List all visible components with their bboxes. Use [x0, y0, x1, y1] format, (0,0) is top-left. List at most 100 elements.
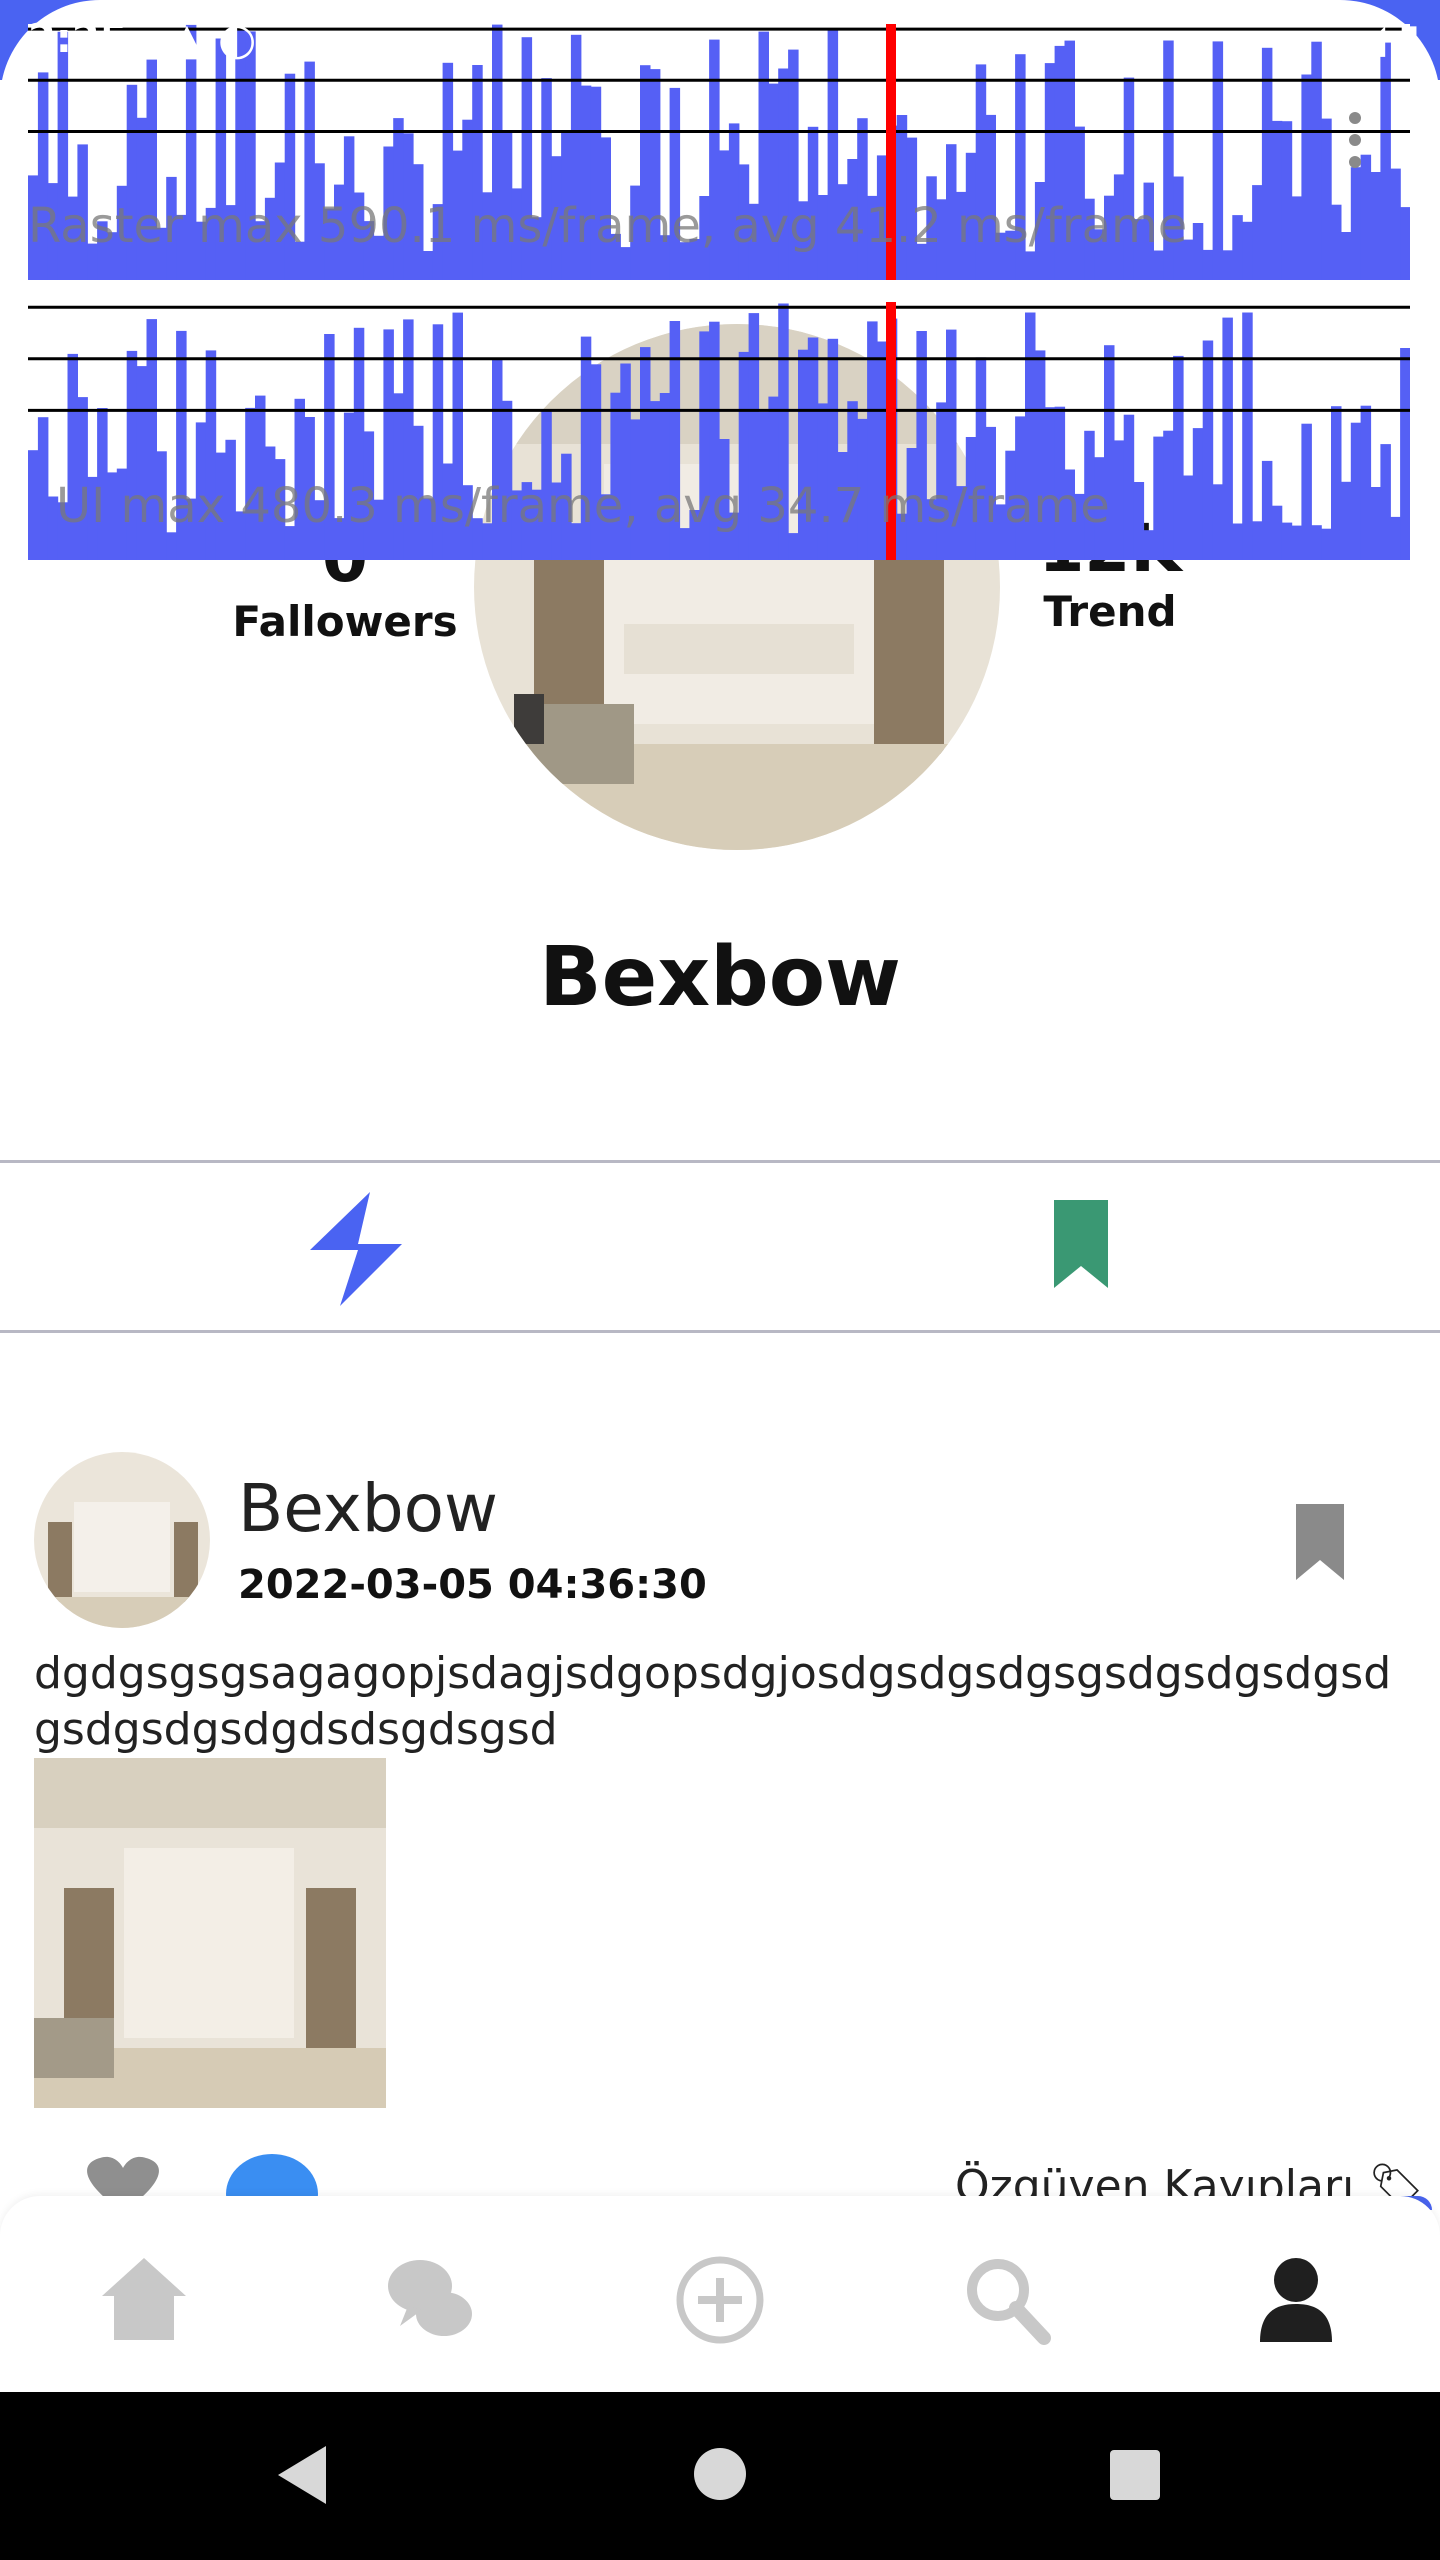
- perf-frame-bar: [1232, 215, 1243, 280]
- home-icon: [102, 2258, 186, 2340]
- chat-icon: [388, 2260, 472, 2336]
- perf-frame-bar: [788, 533, 799, 560]
- perf-frame-bar: [28, 450, 39, 560]
- profile-name: Bexbow: [539, 930, 901, 1025]
- perf-frame-bar: [1242, 221, 1253, 280]
- perf-frame-bar: [1370, 487, 1381, 560]
- status-system-icons: ◢ ▮: [1354, 16, 1421, 62]
- perf-frame-bar: [1133, 482, 1145, 560]
- nav-search[interactable]: [958, 2250, 1058, 2350]
- nav-home[interactable]: [94, 2250, 194, 2350]
- perf-frame-bar: [1311, 41, 1322, 280]
- status-time: 2:25: [28, 16, 128, 62]
- system-back-button[interactable]: [270, 2440, 340, 2510]
- perf-frame-bar: [422, 251, 434, 280]
- profile-icon: [1260, 2258, 1332, 2342]
- perf-frame-bar: [1281, 121, 1293, 280]
- perf-frame-bar: [1261, 460, 1273, 560]
- perf-frame-bar: [659, 393, 671, 560]
- perf-frame-bar: [1321, 528, 1332, 560]
- status-notification-icons: ▲ ◐: [170, 14, 257, 65]
- post-author-avatar[interactable]: [34, 1452, 210, 1628]
- perf-frame-bar: [1350, 167, 1362, 280]
- perf-frame-bar: [1400, 207, 1410, 280]
- perf-frame-bar: [166, 532, 177, 560]
- perf-frame-bar: [1331, 406, 1342, 560]
- nav-add-post[interactable]: [670, 2250, 770, 2350]
- perf-frame-bar: [1192, 428, 1204, 560]
- perf-frame-bar: [1153, 436, 1164, 560]
- perf-frame-bar: [1202, 340, 1214, 560]
- perf-frame-bar: [1143, 530, 1154, 560]
- perf-frame-bar: [1202, 249, 1214, 280]
- perf-frame-bar: [1301, 423, 1312, 560]
- home-circle-icon: [694, 2448, 746, 2500]
- post-image[interactable]: [34, 1758, 386, 2108]
- followers-label: Fallowers: [232, 597, 458, 646]
- nav-messages[interactable]: [380, 2250, 480, 2350]
- perf-frame-bar: [1340, 232, 1352, 280]
- perf-frame-bar: [1252, 521, 1263, 560]
- perf-frame-bar: [1163, 430, 1174, 560]
- add-icon: [676, 2256, 764, 2344]
- perf-frame-bar: [1390, 516, 1401, 560]
- perf-frame-bar: [1183, 475, 1194, 560]
- perf-frame-bar: [1261, 47, 1273, 280]
- perf-frame-bar: [1153, 250, 1164, 280]
- lightning-icon: [310, 1192, 402, 1306]
- perf-frame-bar: [1400, 348, 1410, 560]
- bookmark-icon: [1296, 1504, 1344, 1580]
- perf-frame-bar: [1340, 481, 1352, 560]
- perf-frame-bar: [1252, 185, 1263, 280]
- perf-frame-bar: [1291, 196, 1302, 280]
- perf-frame-bar: [393, 393, 404, 560]
- perf-frame-bar: [1311, 525, 1322, 560]
- perf-frame-bar: [1192, 223, 1204, 280]
- perf-frame-bar: [37, 417, 49, 560]
- post-author-name[interactable]: Bexbow: [238, 1470, 498, 1547]
- post-bookmark-button[interactable]: [1290, 1500, 1350, 1584]
- post-text: dgdgsgsgsagagopjsdagjsdgopsdgjosdgsdgsdg…: [34, 1648, 1392, 1755]
- perf-frame-bar: [1390, 168, 1401, 280]
- nav-profile[interactable]: [1246, 2250, 1346, 2350]
- perf-frame-bar: [1360, 154, 1372, 280]
- tabs-bottom-divider: [0, 1330, 1440, 1333]
- perf-frame-bar: [1271, 120, 1283, 280]
- perf-frame-bar: [1271, 505, 1283, 560]
- perf-frame-bar: [1212, 41, 1224, 280]
- perf-frame-bar: [1350, 422, 1362, 560]
- system-home-button[interactable]: [692, 2446, 748, 2502]
- search-icon: [967, 2259, 1051, 2345]
- perf-frame-bar: [1173, 355, 1184, 560]
- recents-square-icon: [1110, 2450, 1160, 2500]
- trend-label: Trend: [1043, 587, 1177, 636]
- tab-saved[interactable]: [1046, 1196, 1116, 1292]
- tabs-top-divider: [0, 1160, 1440, 1163]
- perf-frame-bar: [1123, 414, 1135, 560]
- perf-frame-bar: [610, 392, 621, 560]
- perf-frame-bar: [1360, 405, 1372, 560]
- perf-frame-bar: [1380, 42, 1391, 280]
- perf-frame-bar: [1380, 444, 1391, 560]
- perf-frame-bar: [1232, 523, 1243, 560]
- perf-frame-bar: [1222, 250, 1233, 280]
- bookmark-icon: [1054, 1200, 1108, 1288]
- back-triangle-icon: [278, 2446, 326, 2504]
- perf-frame-bar: [1025, 251, 1036, 280]
- raster-perf-label: Raster max 590.1 ms/frame, avg 41.2 ms/f…: [28, 198, 1188, 254]
- tab-posts[interactable]: [290, 1180, 430, 1320]
- more-vert-icon[interactable]: [1340, 110, 1370, 170]
- perf-frame-bar: [1281, 522, 1293, 560]
- perf-frame-bar: [1242, 312, 1253, 560]
- perf-frame-bar: [1113, 440, 1125, 560]
- system-recents-button[interactable]: [1108, 2448, 1162, 2502]
- perf-frame-bar: [1331, 204, 1342, 280]
- perf-frame-bar: [1222, 317, 1233, 560]
- perf-frame-bar: [1370, 172, 1381, 280]
- post-date: 2022-03-05 04:36:30: [238, 1562, 707, 1608]
- ui-perf-label: UI max 480.3 ms/frame, avg 34.7 ms/frame: [56, 478, 1110, 534]
- perf-frame-bar: [1291, 525, 1302, 560]
- perf-frame-bar: [1301, 74, 1312, 280]
- perf-frame-bar: [1321, 118, 1332, 280]
- perf-frame-bar: [1212, 484, 1224, 560]
